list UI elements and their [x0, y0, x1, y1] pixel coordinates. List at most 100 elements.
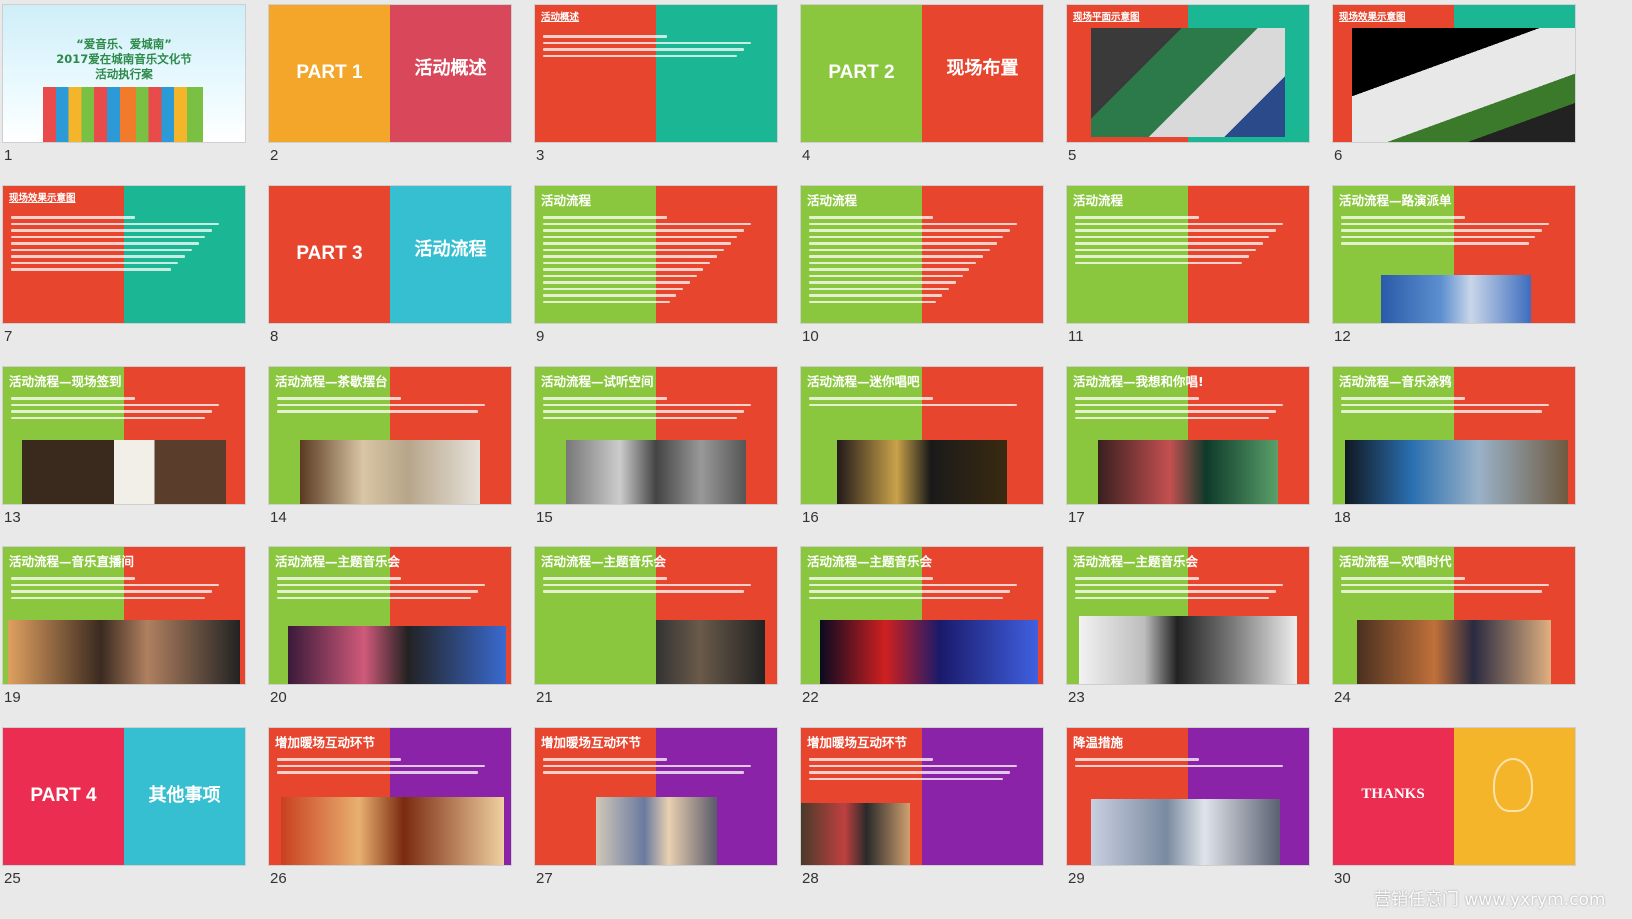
slide-thumbnail-19[interactable]: 活动流程—音乐直播间 19	[2, 546, 246, 706]
slide-thumbnail-28[interactable]: 增加暖场互动环节 28	[800, 727, 1044, 887]
slide-preview[interactable]: 活动流程—欢唱时代	[1332, 546, 1576, 685]
slide-thumbnail-17[interactable]: 活动流程—我想和你唱! 17	[1066, 366, 1310, 526]
slide-number: 27	[536, 870, 553, 887]
slide-number: 10	[802, 328, 819, 345]
slide-preview[interactable]: 活动流程—迷你唱吧	[800, 366, 1044, 505]
slide-body-text	[543, 393, 769, 423]
slide-body-text	[1341, 212, 1567, 249]
slide-number: 2	[270, 147, 279, 164]
part-topic: 现场布置	[946, 57, 1019, 79]
slide-preview[interactable]: 活动流程—主题音乐会	[268, 546, 512, 685]
slide-photo-buffet	[300, 439, 480, 504]
slide-thumbnail-8[interactable]: PART 3 活动流程 8	[268, 185, 512, 345]
slide-preview[interactable]: 活动流程—路演派单	[1332, 185, 1576, 324]
slide-thumbnail-2[interactable]: PART 1 活动概述 2	[268, 4, 512, 164]
slide-preview[interactable]: 活动流程	[534, 185, 778, 324]
slide-title: 现场平面示意图	[1073, 12, 1140, 23]
slide-preview[interactable]: 活动概述	[534, 4, 778, 143]
slide-preview[interactable]: 增加暖场互动环节	[268, 727, 512, 866]
slide-preview[interactable]: PART 4 其他事项	[2, 727, 246, 866]
slide-thumbnail-25[interactable]: PART 4 其他事项 25	[2, 727, 246, 887]
slide-thumbnail-21[interactable]: 活动流程—主题音乐会 21	[534, 546, 778, 706]
slide-preview[interactable]: 降温措施	[1066, 727, 1310, 866]
slide-thumbnail-24[interactable]: 活动流程—欢唱时代 24	[1332, 546, 1576, 706]
slide-thumbnail-9[interactable]: 活动流程 9	[534, 185, 778, 345]
slide-preview[interactable]: 增加暖场互动环节	[800, 727, 1044, 866]
slide-preview[interactable]: 活动流程—我想和你唱!	[1066, 366, 1310, 505]
slide-preview[interactable]: “爱音乐、爱城南” 2017爱在城南音乐文化节 活动执行案	[2, 4, 246, 143]
slide-title: 活动流程—主题音乐会	[541, 554, 667, 569]
slide-preview[interactable]: THANKS	[1332, 727, 1576, 866]
slide-preview[interactable]: 活动流程—主题音乐会	[534, 546, 778, 685]
slide-thumbnail-4[interactable]: PART 2 现场布置 4	[800, 4, 1044, 164]
slide-title: 增加暖场互动环节	[541, 735, 642, 750]
slide-preview[interactable]: 活动流程—茶歇摆台	[268, 366, 512, 505]
slide-number: 9	[536, 328, 545, 345]
slide-body-text	[543, 754, 769, 778]
slide-title: 活动流程—现场签到	[9, 374, 122, 389]
slide-preview[interactable]: 活动流程	[1066, 185, 1310, 324]
slide-thumbnail-7[interactable]: 现场效果示意图 7	[2, 185, 246, 345]
slide-body-text	[277, 393, 503, 417]
slide-number: 18	[1334, 509, 1351, 526]
slide-preview[interactable]: PART 3 活动流程	[268, 185, 512, 324]
slide-photo-tent	[1091, 799, 1280, 865]
slide-preview[interactable]: PART 1 活动概述	[268, 4, 512, 143]
slide-preview[interactable]: 活动流程—主题音乐会	[800, 546, 1044, 685]
slide-thumbnail-5[interactable]: 现场平面示意图 5	[1066, 4, 1310, 164]
slide-thumbnail-1[interactable]: “爱音乐、爱城南” 2017爱在城南音乐文化节 活动执行案 1	[2, 4, 246, 164]
slide-preview[interactable]: 活动流程	[800, 185, 1044, 324]
city-skyline-illustration	[43, 87, 203, 142]
slide-thumbnail-18[interactable]: 活动流程—音乐涂鸦 18	[1332, 366, 1576, 526]
slide-thumbnail-20[interactable]: 活动流程—主题音乐会 20	[268, 546, 512, 706]
slide-number: 25	[4, 870, 21, 887]
slide-preview[interactable]: 活动流程—主题音乐会	[1066, 546, 1310, 685]
slide-thumbnail-12[interactable]: 活动流程—路演派单 12	[1332, 185, 1576, 345]
slide-photo-singer	[656, 619, 765, 684]
slide-thumbnail-22[interactable]: 活动流程—主题音乐会 22	[800, 546, 1044, 706]
slide-photo-vr	[1079, 615, 1297, 684]
slide-preview[interactable]: 现场效果示意图	[1332, 4, 1576, 143]
lightbulb-icon	[1493, 758, 1533, 812]
slide-number: 3	[536, 147, 545, 164]
slide-preview[interactable]: PART 2 现场布置	[800, 4, 1044, 143]
slide-photo-stage	[288, 626, 507, 684]
slide-number: 14	[270, 509, 287, 526]
slide-number: 5	[1068, 147, 1077, 164]
slide-thumbnail-13[interactable]: 活动流程—现场签到 13	[2, 366, 246, 526]
slide-photo-signin	[22, 439, 226, 504]
slide-preview[interactable]: 活动流程—现场签到	[2, 366, 246, 505]
slide-title: 增加暖场互动环节	[807, 735, 908, 750]
slide-thumbnail-29[interactable]: 降温措施 29	[1066, 727, 1310, 887]
slide-thumbnail-30[interactable]: THANKS 30	[1332, 727, 1576, 887]
slide-photo-arcade	[801, 803, 910, 865]
slide-sorter-grid: “爱音乐、爱城南” 2017爱在城南音乐文化节 活动执行案 1 PART 1 活动概述 2 活…	[0, 0, 1632, 919]
slide-thumbnail-11[interactable]: 活动流程 11	[1066, 185, 1310, 345]
slide-preview[interactable]: 活动流程—音乐涂鸦	[1332, 366, 1576, 505]
slide-thumbnail-15[interactable]: 活动流程—试听空间 15	[534, 366, 778, 526]
slide-right-panel	[656, 5, 777, 142]
cover-title-line: “爱音乐、爱城南”	[76, 37, 172, 51]
part-topic: 活动概述	[414, 57, 487, 79]
slide-thumbnail-3[interactable]: 活动概述 3	[534, 4, 778, 164]
slide-thumbnail-10[interactable]: 活动流程 10	[800, 185, 1044, 345]
slide-preview[interactable]: 现场效果示意图	[2, 185, 246, 324]
slide-number: 1	[4, 147, 13, 164]
slide-thumbnail-6[interactable]: 现场效果示意图 6	[1332, 4, 1576, 164]
slide-thumbnail-16[interactable]: 活动流程—迷你唱吧 16	[800, 366, 1044, 526]
slide-thumbnail-27[interactable]: 增加暖场互动环节 27	[534, 727, 778, 887]
slide-title: 活动流程	[1073, 193, 1124, 208]
slide-title: 活动流程—欢唱时代	[1339, 554, 1452, 569]
slide-thumbnail-14[interactable]: 活动流程—茶歇摆台 14	[268, 366, 512, 526]
slide-preview[interactable]: 增加暖场互动环节	[534, 727, 778, 866]
slide-title: 活动流程—试听空间	[541, 374, 654, 389]
slide-number: 28	[802, 870, 819, 887]
slide-preview[interactable]: 活动流程—试听空间	[534, 366, 778, 505]
slide-preview[interactable]: 现场平面示意图	[1066, 4, 1310, 143]
slide-number: 4	[802, 147, 811, 164]
slide-photo-crowd	[1381, 275, 1532, 323]
slide-photo-tablet	[1345, 439, 1568, 504]
slide-thumbnail-23[interactable]: 活动流程—主题音乐会 23	[1066, 546, 1310, 706]
slide-preview[interactable]: 活动流程—音乐直播间	[2, 546, 246, 685]
slide-thumbnail-26[interactable]: 增加暖场互动环节 26	[268, 727, 512, 887]
